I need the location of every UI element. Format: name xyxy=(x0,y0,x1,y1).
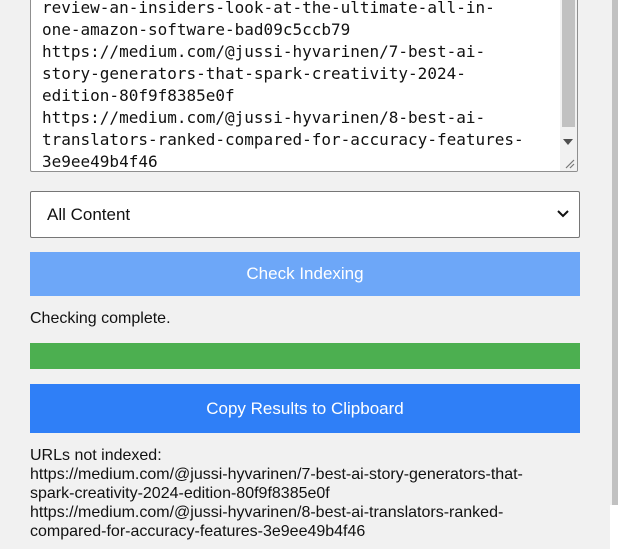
url-textarea[interactable]: review-an-insiders-look-at-the-ultimate-… xyxy=(30,0,578,172)
url-line: translators-ranked-compared-for-accuracy… xyxy=(42,130,524,149)
status-text: Checking complete. xyxy=(30,310,171,327)
content-type-select-value: All Content xyxy=(47,205,131,224)
url-line: story-generators-that-spark-creativity-2… xyxy=(42,64,466,83)
result-url-line: https://medium.com/@jussi-hyvarinen/8-be… xyxy=(30,504,504,521)
progress-bar-fill xyxy=(30,343,580,369)
chevron-down-icon xyxy=(557,210,569,218)
page-corner xyxy=(610,505,618,549)
url-line: https://medium.com/@jussi-hyvarinen/7-be… xyxy=(42,42,486,61)
content-type-select[interactable]: All Content xyxy=(30,191,580,238)
progress-bar xyxy=(30,343,580,369)
page: review-an-insiders-look-at-the-ultimate-… xyxy=(0,0,618,549)
url-line: edition-80f9f8385e0f xyxy=(42,86,235,105)
result-url-line: spark-creativity-2024-edition-80f9f8385e… xyxy=(30,485,330,502)
url-line: 3e9ee49b4f46 xyxy=(42,152,158,171)
textarea-scrollbar-thumb[interactable] xyxy=(562,0,575,127)
result-url-line: https://medium.com/@jussi-hyvarinen/7-be… xyxy=(30,466,523,483)
copy-results-button[interactable]: Copy Results to Clipboard xyxy=(30,384,580,433)
url-line: https://medium.com/@jussi-hyvarinen/8-be… xyxy=(42,108,486,127)
cut-off-text: ........ xyxy=(240,540,276,549)
url-textarea-text: review-an-insiders-look-at-the-ultimate-… xyxy=(42,0,552,171)
result-url-line: compared-for-accuracy-features-3e9ee49b4… xyxy=(30,523,366,540)
url-line: review-an-insiders-look-at-the-ultimate-… xyxy=(42,0,495,17)
check-indexing-button[interactable]: Check Indexing xyxy=(30,252,580,296)
textarea-scrollbar[interactable] xyxy=(560,0,577,171)
results-panel: URLs not indexed: https://medium.com/@ju… xyxy=(30,446,590,541)
results-heading: URLs not indexed: xyxy=(30,447,162,464)
scroll-down-arrow-icon[interactable] xyxy=(563,139,573,145)
url-line: one-amazon-software-bad09c5ccb79 xyxy=(42,20,351,39)
page-scrollbar[interactable] xyxy=(611,0,618,505)
page-scrollbar-thumb[interactable] xyxy=(612,0,618,505)
resize-handle-icon[interactable] xyxy=(563,157,575,169)
